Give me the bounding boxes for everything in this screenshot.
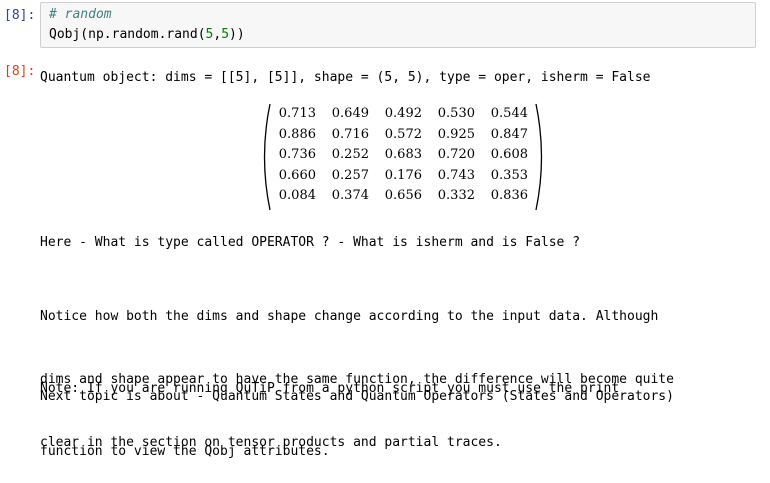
matrix-cell: 0.257 [331, 167, 369, 183]
matrix-cell: 0.374 [331, 188, 369, 203]
matrix-cell: 0.332 [437, 188, 475, 203]
matrix-cell: 0.925 [437, 126, 475, 142]
matrix-cell: 0.572 [384, 126, 422, 142]
matrix-cell: 0.660 [278, 167, 316, 183]
code-arg2: 5 [221, 27, 230, 42]
matrix-cell: 0.608 [490, 147, 528, 162]
matrix-cell: 0.713 [278, 106, 316, 121]
matrix-cell: 0.743 [437, 167, 475, 183]
matrix-cell: 0.492 [384, 106, 422, 121]
markdown-paragraph-note: Note: If you are running QuTiP from a py… [40, 336, 760, 483]
matrix-cell: 0.720 [437, 147, 475, 162]
markdown-line-next-topic: Next topic is about - Quantum States and… [40, 389, 674, 404]
matrix-cell: 0.176 [384, 167, 422, 183]
paragraph-line: Notice how both the dims and shape chang… [40, 309, 659, 324]
right-paren-icon [535, 103, 543, 211]
matrix-cell: 0.886 [278, 126, 316, 142]
matrix-cell: 0.084 [278, 188, 316, 203]
output-prompt: [8]: [4, 64, 36, 79]
code-comment: # random [49, 7, 112, 22]
matrix-cell: 0.847 [490, 126, 528, 142]
matrix-cell: 0.656 [384, 188, 422, 203]
qobj-header: Quantum object: dims = [[5], [5]], shape… [40, 70, 651, 85]
matrix-cell: 0.736 [278, 147, 316, 162]
code-suffix: )) [229, 27, 245, 42]
matrix-cell: 0.683 [384, 147, 422, 162]
code-line: Qobj(np.random.rand(5,5)) [49, 27, 245, 42]
matrix-cell: 0.544 [490, 106, 528, 121]
matrix-cell: 0.530 [437, 106, 475, 121]
matrix-cell: 0.353 [490, 167, 528, 183]
matrix-cell: 0.252 [331, 147, 369, 162]
matrix-cell: 0.716 [331, 126, 369, 142]
code-prefix: Qobj(np.random.rand( [49, 27, 206, 42]
markdown-line-type-question: Here - What is type called OPERATOR ? - … [40, 235, 581, 250]
input-prompt: [8]: [4, 8, 36, 23]
qobj-matrix: 0.713 0.649 0.492 0.530 0.544 0.886 0.716 0.572… [258, 103, 548, 211]
matrix-cell: 0.649 [331, 106, 369, 121]
paragraph-line: function to view the Qobj attributes. [40, 444, 330, 459]
code-editor[interactable]: # random Qobj(np.random.rand(5,5)) [40, 2, 756, 48]
matrix-cell: 0.836 [490, 188, 528, 203]
